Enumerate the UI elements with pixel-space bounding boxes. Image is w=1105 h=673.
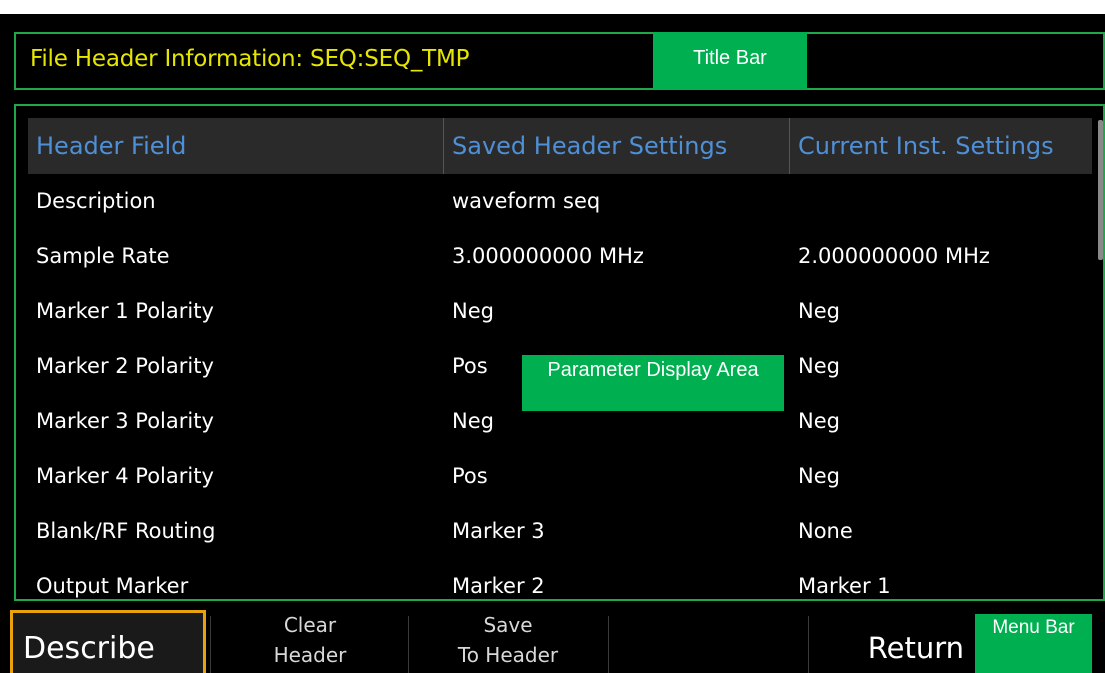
table-row[interactable]: Output Marker Marker 2 Marker 1 xyxy=(28,559,1092,599)
menu-bar-callout: Menu Bar xyxy=(975,614,1092,673)
current-value: None xyxy=(798,519,853,543)
instrument-screen: File Header Information: SEQ:SEQ_TMP Tit… xyxy=(0,14,1105,673)
menu-divider xyxy=(608,616,609,673)
saved-value: Marker 2 xyxy=(452,574,545,598)
parameter-display-callout: Parameter Display Area xyxy=(522,355,784,411)
field-name: Description xyxy=(36,189,156,213)
saved-value: Pos xyxy=(452,354,488,378)
return-button[interactable]: Return xyxy=(846,610,964,673)
saved-value: Neg xyxy=(452,409,494,433)
menu-divider xyxy=(808,616,809,673)
save-label-line2: To Header xyxy=(457,643,559,667)
scrollbar[interactable] xyxy=(1098,120,1103,260)
field-name: Output Marker xyxy=(36,574,189,598)
parameter-display-area: Header Field Saved Header Settings Curre… xyxy=(14,104,1105,601)
field-name: Marker 1 Polarity xyxy=(36,299,214,323)
menu-bar: Describe Clear Header Save To Header Ret… xyxy=(0,610,1105,673)
table-row[interactable]: Marker 4 Polarity Pos Neg xyxy=(28,449,1092,504)
title-bar-callout: Title Bar xyxy=(653,32,807,90)
column-header-current[interactable]: Current Inst. Settings xyxy=(790,118,1092,174)
field-name: Sample Rate xyxy=(36,244,170,268)
saved-value: Neg xyxy=(452,299,494,323)
current-value: Neg xyxy=(798,409,840,433)
table-row[interactable]: Sample Rate 3.000000000 MHz 2.000000000 … xyxy=(28,229,1092,284)
current-value: Marker 1 xyxy=(798,574,891,598)
clear-header-label-line1: Clear xyxy=(283,613,337,637)
table-row[interactable]: Blank/RF Routing Marker 3 None xyxy=(28,504,1092,559)
saved-value: 3.000000000 MHz xyxy=(452,244,644,268)
field-name: Marker 2 Polarity xyxy=(36,354,214,378)
table-header: Header Field Saved Header Settings Curre… xyxy=(28,118,1092,174)
clear-header-button[interactable]: Clear Header xyxy=(212,610,408,673)
current-value xyxy=(790,174,798,229)
field-name: Marker 4 Polarity xyxy=(36,464,214,488)
column-header-field[interactable]: Header Field xyxy=(28,118,444,174)
column-header-saved[interactable]: Saved Header Settings xyxy=(444,118,790,174)
page-title: File Header Information: SEQ:SEQ_TMP xyxy=(30,46,470,72)
save-to-header-button[interactable]: Save To Header xyxy=(410,610,606,673)
saved-value: Marker 3 xyxy=(452,519,545,543)
field-name: Marker 3 Polarity xyxy=(36,409,214,433)
clear-header-label-line2: Header xyxy=(273,643,347,667)
current-value: 2.000000000 MHz xyxy=(798,244,990,268)
describe-button[interactable]: Describe xyxy=(10,610,206,673)
menu-divider xyxy=(408,616,409,673)
saved-value: Pos xyxy=(452,464,488,488)
current-value: Neg xyxy=(798,464,840,488)
field-name: Blank/RF Routing xyxy=(36,519,216,543)
table-row[interactable]: Description waveform seq xyxy=(28,174,1092,229)
menu-divider xyxy=(210,616,211,673)
saved-value: waveform seq xyxy=(452,189,601,213)
current-value: Neg xyxy=(798,299,840,323)
save-label-line1: Save xyxy=(483,613,533,637)
title-bar: File Header Information: SEQ:SEQ_TMP Tit… xyxy=(14,32,1105,90)
current-value: Neg xyxy=(798,354,840,378)
table-row[interactable]: Marker 1 Polarity Neg Neg xyxy=(28,284,1092,339)
